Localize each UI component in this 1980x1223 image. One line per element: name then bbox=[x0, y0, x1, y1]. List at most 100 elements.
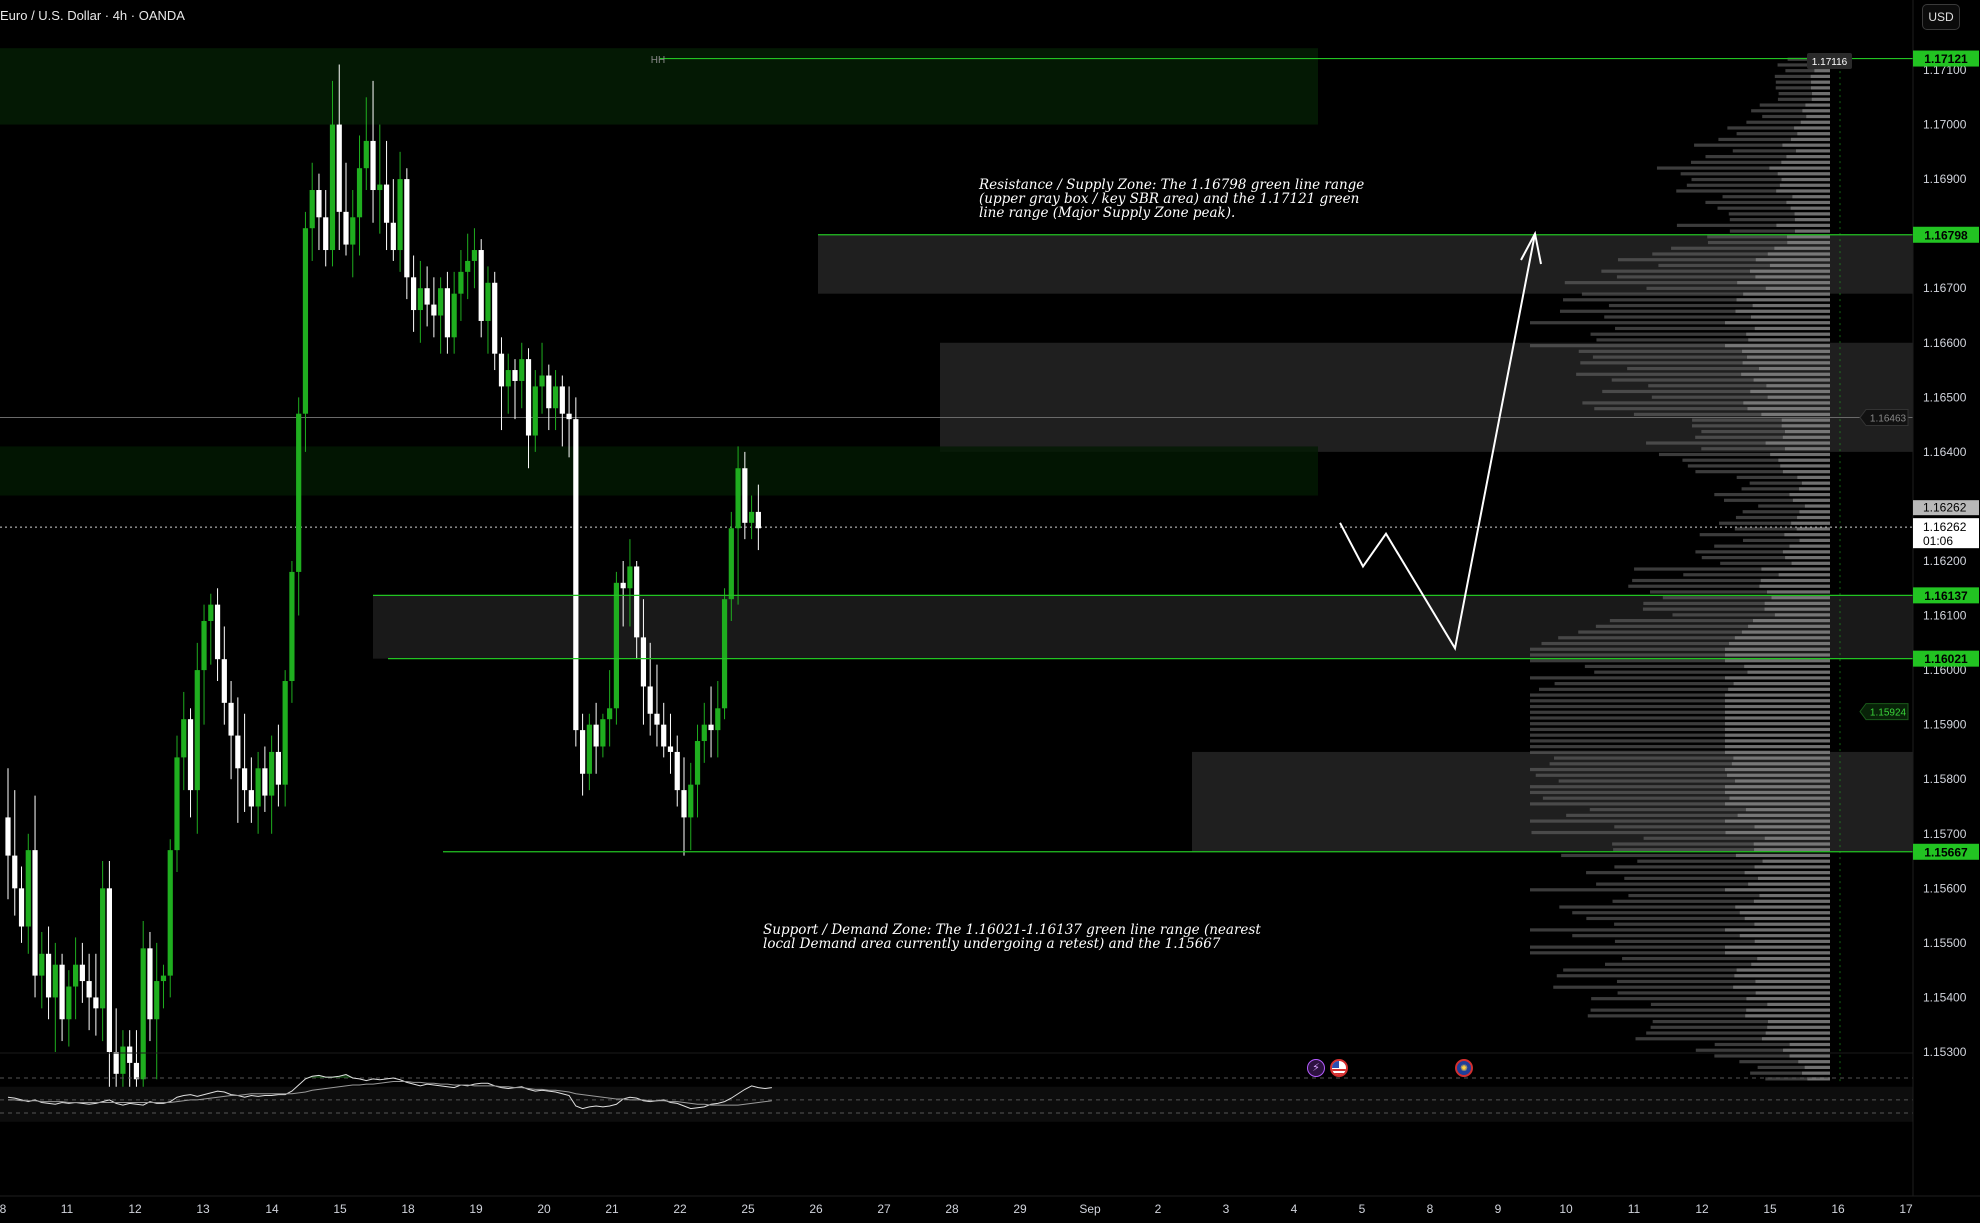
volume-bar-value bbox=[1777, 172, 1830, 176]
volume-bar-value bbox=[1762, 859, 1830, 863]
time-tick-label: 10 bbox=[1559, 1202, 1573, 1216]
candle-body bbox=[411, 277, 417, 311]
us-flag-event-icon[interactable] bbox=[1330, 1059, 1348, 1077]
lightning-event-icon[interactable]: ⚡ bbox=[1307, 1059, 1325, 1077]
volume-bar-value bbox=[1812, 92, 1830, 96]
volume-bar-value bbox=[1778, 573, 1830, 577]
volume-bar-value bbox=[1725, 653, 1830, 657]
candle-body bbox=[255, 768, 261, 807]
candle-body bbox=[12, 855, 18, 889]
candle-body bbox=[539, 375, 545, 387]
candle-body bbox=[498, 353, 505, 387]
volume-bar-value bbox=[1729, 641, 1830, 646]
time-tick-label: Sep bbox=[1079, 1202, 1101, 1216]
countdown-label: 01:06 bbox=[1923, 534, 1953, 548]
volume-bar-value bbox=[1742, 349, 1830, 353]
price-tick-label: 1.16600 bbox=[1923, 336, 1967, 350]
volume-bar-value bbox=[1754, 848, 1830, 852]
volume-bar-value bbox=[1725, 716, 1830, 720]
rsi-panel[interactable]: 80.0040.0057.8346.69 bbox=[0, 1052, 1979, 1169]
time-axis[interactable]: 8 11 12 13 14 15 18 19 20 21 22 25 26 27 28 29 Sep 2 3 4 5 8 9… bbox=[0, 1195, 1980, 1223]
volume-bar-value bbox=[1794, 229, 1830, 233]
candle-body bbox=[640, 637, 647, 687]
volume-bar-value bbox=[1734, 636, 1830, 640]
volume-bar-value bbox=[1735, 779, 1830, 783]
volume-bar-value bbox=[1789, 544, 1830, 548]
time-tick-label: 8 bbox=[0, 1202, 7, 1216]
time-tick-label: 28 bbox=[945, 1202, 959, 1216]
volume-bar-value bbox=[1750, 389, 1830, 394]
candle-body bbox=[708, 724, 714, 731]
volume-bar-value bbox=[1729, 796, 1830, 800]
volume-bar-value bbox=[1786, 155, 1830, 159]
candle-body bbox=[167, 850, 173, 976]
last-close-label: 1.16262 bbox=[1923, 501, 1967, 515]
volume-bar-value bbox=[1725, 727, 1830, 732]
candle-body bbox=[127, 1046, 133, 1063]
volume-bar-value bbox=[1755, 979, 1830, 984]
candle-body bbox=[749, 511, 755, 523]
volume-bar-value bbox=[1781, 424, 1830, 428]
candle-body bbox=[73, 964, 79, 987]
volume-bar-value bbox=[1811, 97, 1830, 101]
volume-bar-value bbox=[1725, 699, 1830, 703]
candle-body bbox=[52, 964, 58, 998]
volume-bar-value bbox=[1800, 120, 1830, 124]
candle-body bbox=[478, 250, 484, 321]
volume-bar-value bbox=[1782, 550, 1830, 554]
volume-bar-value bbox=[1736, 968, 1830, 972]
price-tick-label: 1.17000 bbox=[1923, 118, 1967, 132]
candle-body bbox=[613, 582, 619, 709]
price-tick-label: 1.16700 bbox=[1923, 281, 1967, 295]
candle-body bbox=[235, 735, 241, 769]
volume-bar-value bbox=[1764, 836, 1830, 840]
volume-bar-value bbox=[1782, 143, 1830, 147]
price-tick-label: 1.15700 bbox=[1923, 827, 1967, 841]
candle-body bbox=[465, 260, 471, 272]
time-tick-label: 17 bbox=[1899, 1202, 1913, 1216]
volume-bar-value bbox=[1734, 974, 1830, 978]
volume-bar-value bbox=[1798, 1060, 1830, 1064]
volume-bar-value bbox=[1767, 1025, 1830, 1029]
currency-button[interactable]: USD bbox=[1922, 4, 1960, 30]
volume-bar-value bbox=[1804, 1065, 1830, 1070]
candle-body bbox=[681, 790, 687, 818]
volume-bar-value bbox=[1725, 830, 1830, 835]
volume-bar-value bbox=[1787, 240, 1830, 245]
candle-body bbox=[377, 184, 383, 191]
volume-bar-value bbox=[1725, 802, 1830, 806]
candle-body bbox=[417, 288, 423, 311]
volume-bar-value bbox=[1797, 475, 1830, 479]
candle-body bbox=[438, 288, 444, 316]
level-price-label: 1.16798 bbox=[1924, 228, 1968, 242]
volume-bar-value bbox=[1741, 630, 1830, 634]
candle-body bbox=[647, 686, 653, 714]
hh-label: HH bbox=[651, 55, 665, 66]
eu-flag-event-icon[interactable]: ✺ bbox=[1455, 1059, 1473, 1077]
candle-body bbox=[728, 528, 734, 600]
volume-bar-value bbox=[1735, 853, 1830, 858]
candle-body bbox=[573, 419, 579, 731]
candles[interactable] bbox=[5, 64, 761, 1096]
volume-bar-value bbox=[1799, 538, 1830, 543]
volume-bar-value bbox=[1779, 183, 1830, 187]
candle-body bbox=[187, 719, 194, 791]
volume-bar-value bbox=[1797, 515, 1830, 520]
volume-bar-value bbox=[1764, 607, 1830, 611]
volume-bar-value bbox=[1725, 733, 1830, 737]
volume-profile bbox=[1530, 57, 1841, 1085]
volume-bar-value bbox=[1759, 366, 1830, 371]
candle-body bbox=[106, 888, 112, 1052]
volume-bar-value bbox=[1725, 888, 1830, 892]
volume-bar-value bbox=[1810, 74, 1830, 79]
volume-bar-value bbox=[1725, 750, 1830, 754]
volume-bar-value bbox=[1761, 412, 1830, 416]
volume-bar-value bbox=[1758, 876, 1830, 880]
volume-bar-value bbox=[1781, 160, 1830, 164]
volume-bar-value bbox=[1786, 200, 1830, 205]
volume-bar-value bbox=[1745, 1014, 1830, 1018]
volume-bar-value bbox=[1766, 384, 1830, 388]
volume-bar-value bbox=[1804, 504, 1830, 508]
volume-bar-value bbox=[1811, 80, 1830, 84]
candle-body bbox=[688, 784, 694, 818]
